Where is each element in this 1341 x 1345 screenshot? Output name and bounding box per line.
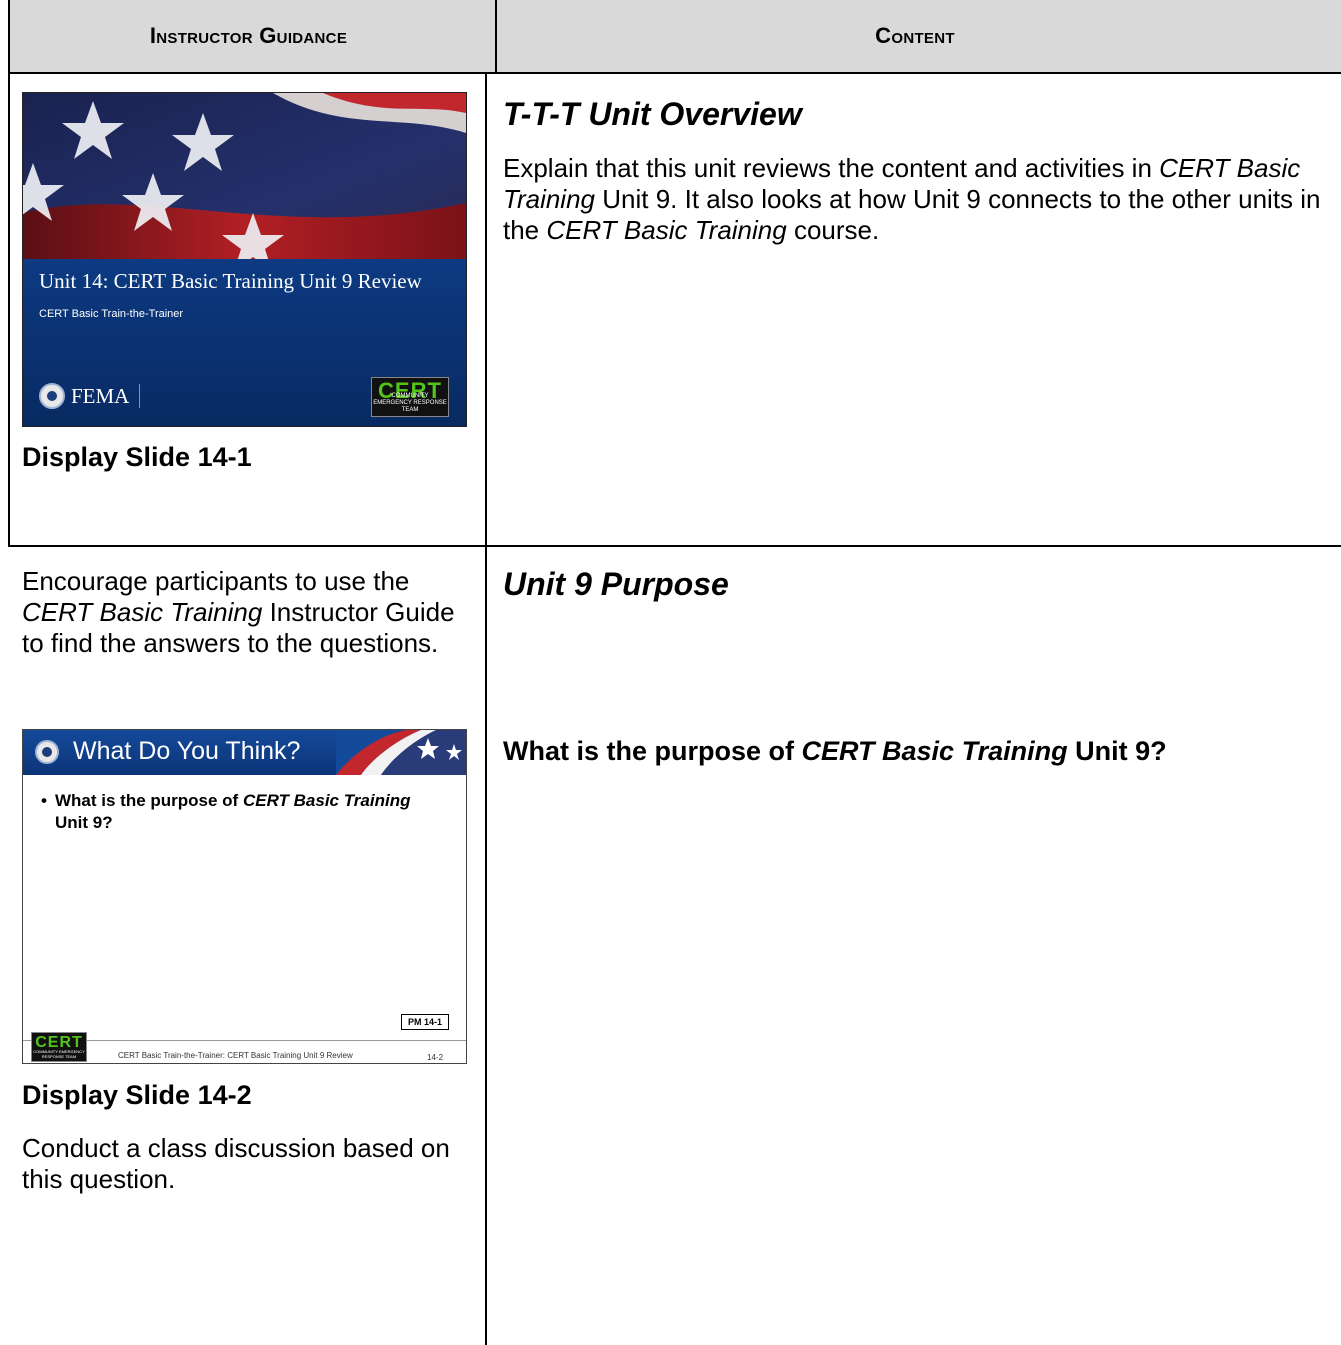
fema-logo: FEMA	[39, 383, 141, 409]
slide-2-page-number: 14-2	[427, 1053, 444, 1062]
american-flag-image	[23, 93, 466, 261]
participant-manual-tag: PM 14-1	[401, 1014, 450, 1030]
table-left-border	[8, 0, 10, 546]
instructor-guide-page: Instructor Guidance Content Unit 14: CER…	[0, 0, 1341, 1345]
slide-14-1-thumbnail: Unit 14: CERT Basic Training Unit 9 Revi…	[22, 92, 467, 427]
display-slide-14-2-caption: Display Slide 14-2	[22, 1080, 252, 1110]
display-slide-14-1-caption: Display Slide 14-1	[22, 442, 252, 472]
flag-corner-image	[336, 730, 466, 775]
row-divider	[8, 545, 1341, 547]
fema-wordmark: FEMA	[71, 384, 141, 408]
guidance-encourage-text: Encourage participants to use the CERT B…	[22, 566, 455, 658]
content-overview-text: Explain that this unit reviews the conte…	[503, 153, 1321, 245]
slide-2-bullet: • What is the purpose of CERT Basic Train…	[41, 791, 411, 832]
slide-14-2-thumbnail: What Do You Think? • What is the purpose …	[22, 729, 467, 1064]
purpose-question: What is the purpose of CERT Basic Traini…	[503, 736, 1167, 766]
content-title-unit-overview: T-T-T Unit Overview	[503, 96, 802, 132]
slide-2-title: What Do You Think?	[73, 737, 301, 765]
dhs-seal-icon	[35, 740, 59, 764]
dhs-seal-icon	[39, 383, 65, 409]
column-divider	[485, 72, 487, 1345]
slide-2-footer-text: CERT Basic Train-the-Trainer: CERT Basic…	[118, 1051, 353, 1060]
cert-logo: CERT COMMUNITY EMERGENCY RESPONSE TEAM	[31, 1032, 87, 1062]
slide-2-footer: CERT Basic Train-the-Trainer: CERT Basic…	[23, 1040, 466, 1063]
header-content: Content	[875, 23, 955, 48]
header-instructor-guidance: Instructor Guidance	[149, 23, 348, 48]
cert-logo: CERT COMMUNITY EMERGENCY RESPONSE TEAM	[371, 377, 449, 417]
table-header: Instructor Guidance Content	[8, 0, 1341, 74]
guidance-discussion-text: Conduct a class discussion based on this…	[22, 1133, 450, 1194]
content-title-unit-purpose: Unit 9 Purpose	[503, 566, 729, 602]
slide-1-subtitle: CERT Basic Train-the-Trainer	[39, 308, 184, 320]
slide-1-title: Unit 14: CERT Basic Training Unit 9 Revi…	[39, 269, 422, 293]
